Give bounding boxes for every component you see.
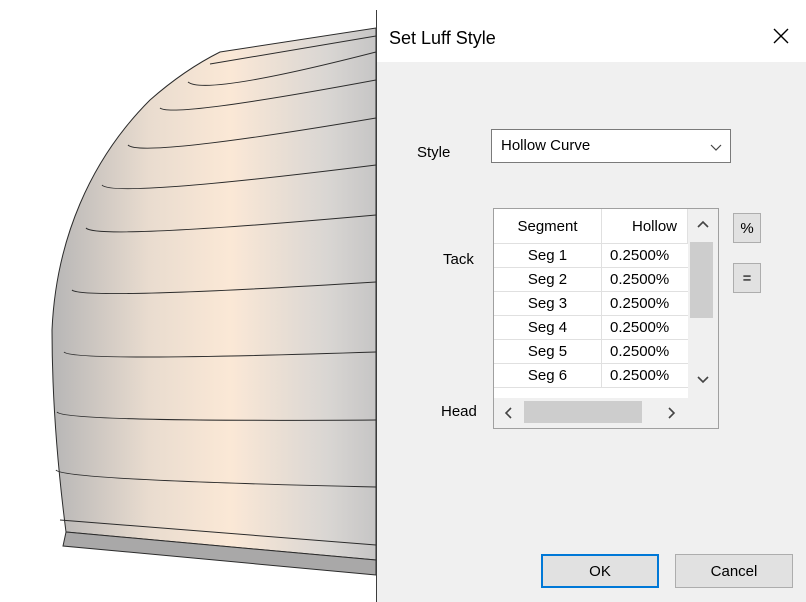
sail-3d-viewport[interactable] [0,0,376,602]
hollow-cell[interactable]: 0.2500% [602,292,688,316]
table-row[interactable]: Seg 1 0.2500% [494,244,688,268]
chevron-down-icon [710,144,722,151]
segment-cell[interactable]: Seg 5 [494,340,602,364]
scroll-left-button[interactable] [494,398,524,428]
table-row[interactable]: Seg 6 0.2500% [494,364,688,388]
segment-cell[interactable]: Seg 3 [494,292,602,316]
vertical-scrollbar[interactable] [688,209,718,398]
close-button[interactable] [756,10,806,62]
style-label: Style [417,144,451,161]
hollow-cell[interactable]: 0.2500% [602,268,688,292]
sail-render [51,27,376,576]
column-header-segment[interactable]: Segment [494,209,602,244]
equalize-button[interactable]: = [733,263,761,293]
sail-surface [51,27,376,561]
table-row[interactable]: Seg 3 0.2500% [494,292,688,316]
scroll-up-button[interactable] [688,209,718,241]
hollow-cell[interactable]: 0.2500% [602,364,688,388]
chevron-down-icon [697,376,709,384]
segment-cell[interactable]: Seg 2 [494,268,602,292]
head-label: Head [441,403,477,420]
tack-label: Tack [443,251,474,268]
horizontal-scroll-thumb[interactable] [524,401,642,423]
ok-button[interactable]: OK [541,554,659,588]
chevron-up-icon [697,220,709,228]
horizontal-scrollbar[interactable] [494,398,688,428]
hollow-cell[interactable]: 0.2500% [602,316,688,340]
segment-cell[interactable]: Seg 6 [494,364,602,388]
style-dropdown-value: Hollow Curve [501,137,591,154]
segment-cell[interactable]: Seg 1 [494,244,602,268]
table-row[interactable]: Seg 4 0.2500% [494,316,688,340]
segment-cell[interactable]: Seg 4 [494,316,602,340]
table-row[interactable]: Seg 2 0.2500% [494,268,688,292]
style-dropdown[interactable]: Hollow Curve [491,129,731,163]
dialog-title: Set Luff Style [389,28,496,48]
cancel-button[interactable]: Cancel [675,554,793,588]
chevron-right-icon [668,407,676,419]
dialog-titlebar: Set Luff Style [377,10,806,62]
chevron-left-icon [504,407,512,419]
vertical-scroll-thumb[interactable] [690,242,713,318]
scrollbar-corner [688,398,718,428]
table-row[interactable]: Seg 5 0.2500% [494,340,688,364]
scroll-right-button[interactable] [656,398,686,428]
set-luff-style-dialog: Set Luff Style Style Hollow Curve Tack H… [376,10,806,602]
percent-button[interactable]: % [733,213,761,243]
segment-hollow-grid[interactable]: Segment Hollow Seg 1 0.2500% Seg 2 0.250… [493,208,719,429]
hollow-cell[interactable]: 0.2500% [602,340,688,364]
column-header-hollow[interactable]: Hollow [602,209,688,244]
scroll-down-button[interactable] [688,363,718,395]
close-icon [773,28,789,44]
hollow-cell[interactable]: 0.2500% [602,244,688,268]
